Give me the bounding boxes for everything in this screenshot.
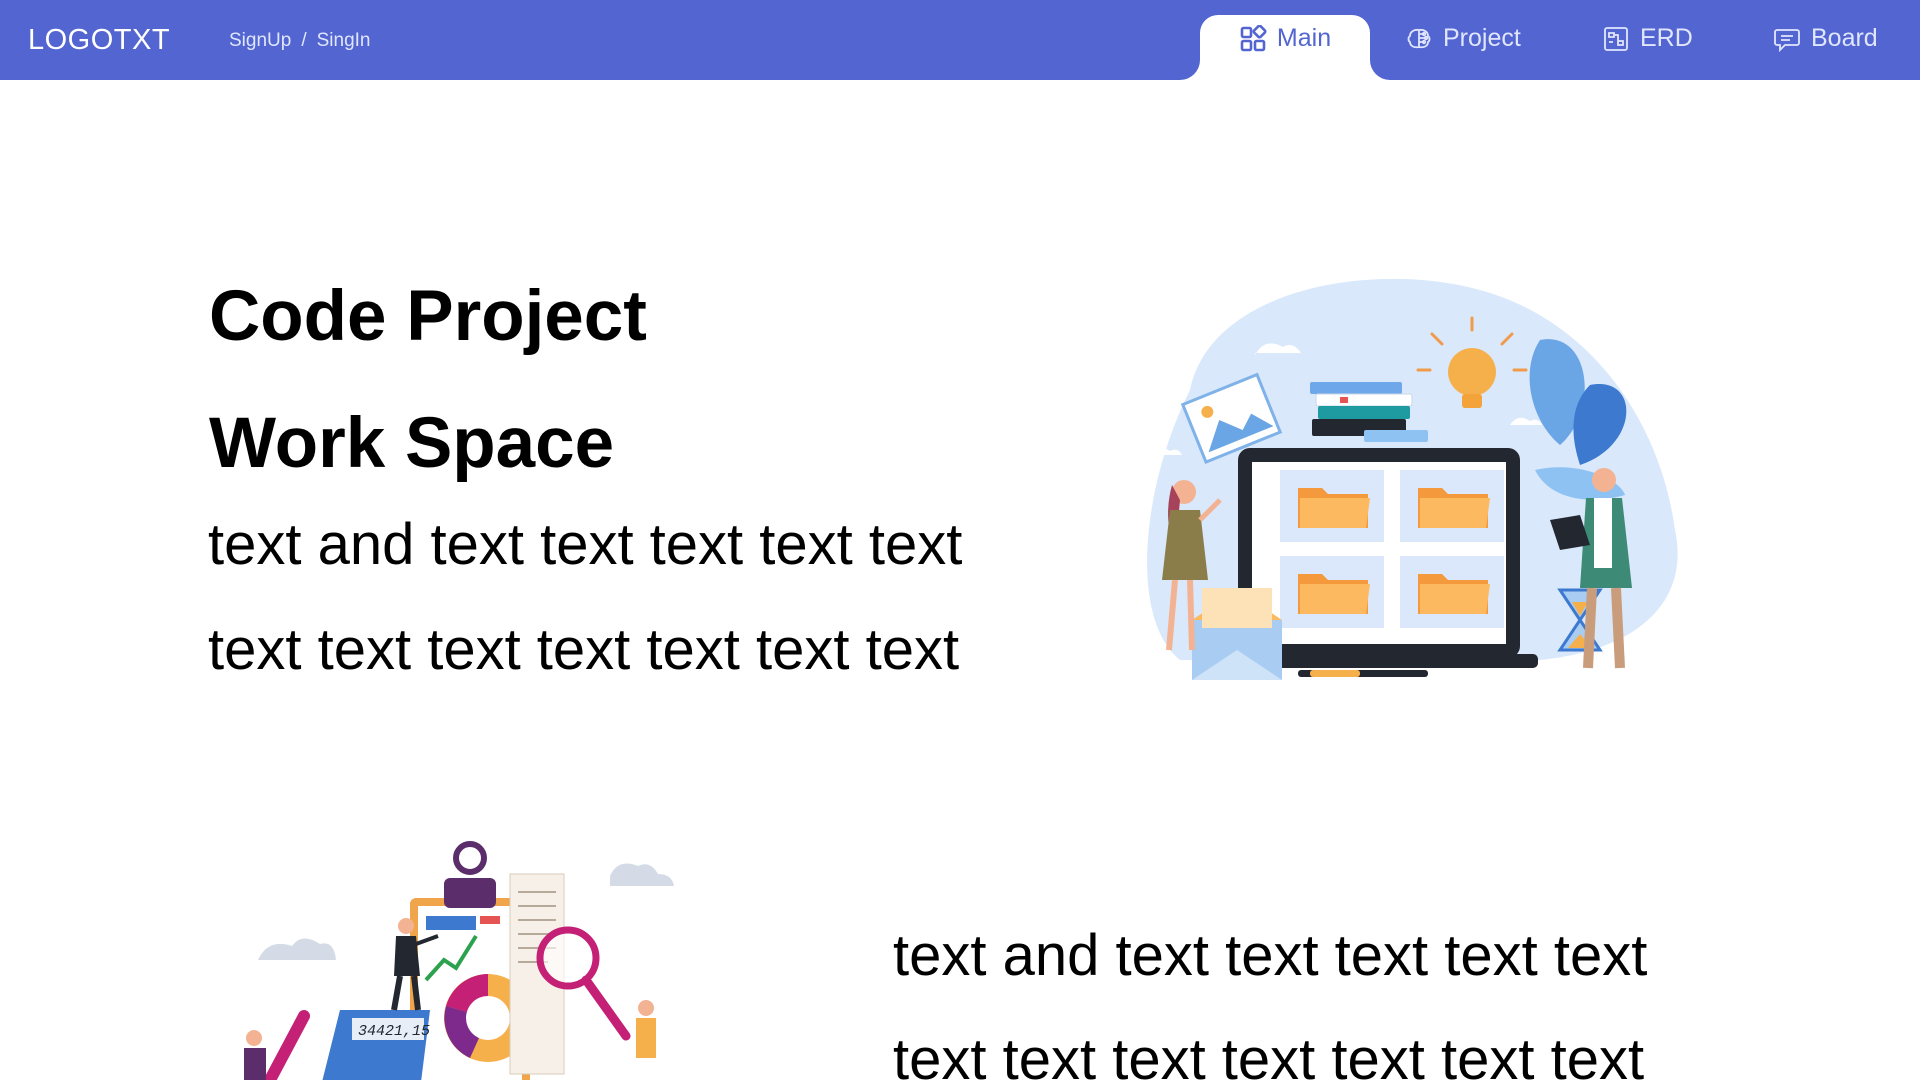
analytics-illustration: 34421,15 [244,841,674,1080]
tab-project[interactable]: Project [1405,15,1521,80]
section2-text-line1: text and text text text text text [893,923,1648,988]
top-navbar: LOGOTXT SignUp / SingIn Main Project ERD [0,0,1920,80]
workspace-illustration [1147,278,1678,680]
section2-text-line2: text text text text text text text [893,1027,1645,1080]
hero-text-line2: text text text text text text text [208,617,960,682]
tab-project-label: Project [1443,24,1521,52]
signin-link[interactable]: SingIn [317,30,371,52]
diagram-icon [1604,27,1628,51]
tab-main[interactable]: Main [1200,15,1370,80]
hero-title-line2: Work Space [209,404,615,483]
hero-text-line1: text and text text text text text [208,512,963,577]
calculator-display: 34421,15 [358,1023,430,1040]
tab-erd[interactable]: ERD [1602,15,1693,80]
tab-board[interactable]: Board [1773,15,1878,80]
hero-title-line1: Code Project [209,277,647,356]
tab-board-label: Board [1811,24,1878,52]
logo[interactable]: LOGOTXT [28,24,170,57]
auth-links: SignUp / SingIn [229,30,370,52]
brain-icon [1407,28,1431,49]
tab-main-label: Main [1276,24,1332,52]
auth-separator: / [301,30,307,51]
grid-icon [1240,25,1267,52]
signup-link[interactable]: SignUp [229,30,291,52]
tab-erd-label: ERD [1640,24,1693,52]
chat-icon [1774,29,1800,53]
